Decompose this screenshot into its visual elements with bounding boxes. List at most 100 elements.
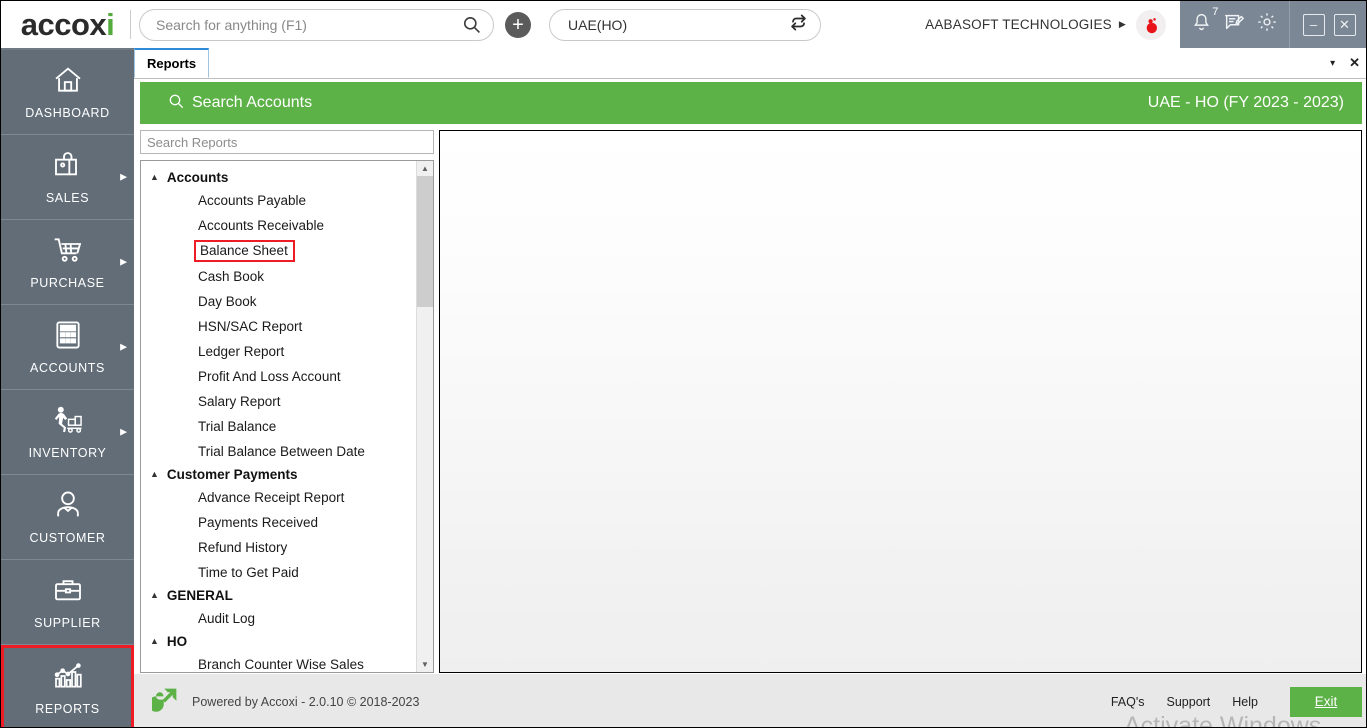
footer-link-faqs[interactable]: FAQ's — [1111, 695, 1145, 709]
footer-link-support[interactable]: Support — [1167, 695, 1211, 709]
warehouse-worker-icon — [49, 404, 87, 441]
reports-search[interactable] — [140, 130, 434, 154]
report-group-customer-payments[interactable]: ▲ Customer Payments — [141, 464, 416, 485]
application-window: accoxi + UAE(HO) AABASOFT TECHNOL — [0, 0, 1367, 728]
sidebar-item-label: INVENTORY — [29, 446, 107, 460]
tab-strip: Reports ▾ ✕ — [134, 48, 1367, 79]
search-icon — [462, 15, 481, 34]
report-item[interactable]: Trial Balance Between Date — [141, 439, 416, 464]
sidebar-item-accounts[interactable]: ACCOUNTS ▶ — [1, 305, 134, 390]
footer-inner: Powered by Accoxi - 2.0.10 © 2018-2023 F… — [140, 679, 1362, 725]
report-item[interactable]: Advance Receipt Report — [141, 485, 416, 510]
topbar-icon-group: 7 — [1180, 1, 1289, 48]
footer: Powered by Accoxi - 2.0.10 © 2018-2023 F… — [134, 673, 1367, 728]
report-item[interactable]: Profit And Loss Account — [141, 364, 416, 389]
minimize-button[interactable]: – — [1303, 14, 1325, 36]
sidebar-item-label: DASHBOARD — [25, 106, 110, 120]
gear-icon[interactable] — [1256, 11, 1278, 38]
fiscal-context-label: UAE - HO (FY 2023 - 2023) — [1148, 94, 1344, 112]
sidebar-item-dashboard[interactable]: DASHBOARD — [1, 50, 134, 135]
company-name-label: AABASOFT TECHNOLOGIES — [925, 17, 1112, 32]
sidebar: DASHBOARD SALES ▶ — [1, 48, 134, 728]
sidebar-item-label: ACCOUNTS — [30, 361, 105, 375]
search-input[interactable] — [156, 17, 462, 33]
reports-panel: ▲ Accounts Accounts Payable Accounts Rec… — [140, 130, 434, 673]
sidebar-item-inventory[interactable]: INVENTORY ▶ — [1, 390, 134, 475]
logo-divider — [130, 10, 131, 39]
add-new-button[interactable]: + — [505, 12, 531, 38]
bar-chart-icon — [50, 660, 86, 697]
footer-link-help[interactable]: Help — [1232, 695, 1258, 709]
report-item[interactable]: Salary Report — [141, 389, 416, 414]
scroll-up-arrow-icon[interactable]: ▲ — [417, 161, 434, 176]
switch-branch-icon[interactable] — [789, 13, 808, 37]
report-item[interactable]: Audit Log — [141, 606, 416, 631]
avatar-drop-icon — [1141, 15, 1161, 35]
scrollbar-thumb[interactable] — [417, 176, 434, 307]
search-icon — [168, 93, 184, 114]
tab-actions: ▾ ✕ — [1330, 55, 1360, 71]
avatar[interactable] — [1136, 10, 1166, 40]
reports-list-container: ▲ Accounts Accounts Payable Accounts Rec… — [140, 160, 434, 673]
report-item[interactable]: Day Book — [141, 289, 416, 314]
report-item[interactable]: Time to Get Paid — [141, 560, 416, 585]
accoxi-arrow-logo — [152, 687, 178, 716]
report-group-ho[interactable]: ▲ HO — [141, 631, 416, 652]
chevron-right-icon: ▶ — [1119, 19, 1126, 30]
sidebar-item-label: REPORTS — [35, 702, 99, 716]
tab-reports[interactable]: Reports — [134, 48, 209, 78]
report-item[interactable]: HSN/SAC Report — [141, 314, 416, 339]
sidebar-item-supplier[interactable]: SUPPLIER — [1, 560, 134, 645]
reports-search-input[interactable] — [147, 135, 427, 150]
powered-by-label: Powered by Accoxi - 2.0.10 © 2018-2023 — [192, 695, 419, 709]
report-group-label: HO — [167, 634, 187, 649]
company-selector[interactable]: AABASOFT TECHNOLOGIES ▶ — [925, 17, 1126, 32]
reports-scrollbar[interactable]: ▲ ▼ — [416, 161, 433, 672]
branch-selector[interactable]: UAE(HO) — [549, 9, 821, 41]
top-bar: accoxi + UAE(HO) AABASOFT TECHNOL — [1, 1, 1367, 48]
reports-list: ▲ Accounts Accounts Payable Accounts Rec… — [141, 161, 416, 672]
exit-button[interactable]: Exit — [1290, 687, 1362, 717]
report-group-general[interactable]: ▲ GENERAL — [141, 585, 416, 606]
report-item-row-balance-sheet: Balance Sheet — [141, 238, 416, 264]
sidebar-item-label: SALES — [46, 191, 89, 205]
report-group-label: Accounts — [167, 170, 229, 185]
report-group-label: Customer Payments — [167, 467, 298, 482]
sidebar-item-reports[interactable]: REPORTS — [1, 645, 134, 728]
chevron-down-icon[interactable]: ▾ — [1330, 58, 1335, 69]
sidebar-item-purchase[interactable]: PURCHASE ▶ — [1, 220, 134, 305]
scrollbar-track[interactable] — [417, 176, 434, 657]
page-title: Search Accounts — [192, 94, 312, 112]
briefcase-icon — [51, 574, 85, 611]
page-header-left: Search Accounts — [168, 93, 312, 114]
message-icon[interactable] — [1223, 11, 1245, 38]
sidebar-item-label: SUPPLIER — [34, 616, 101, 630]
report-item[interactable]: Accounts Payable — [141, 188, 416, 213]
report-item[interactable]: Payments Received — [141, 510, 416, 535]
chevron-up-icon: ▲ — [150, 591, 159, 600]
shopping-cart-icon — [50, 234, 86, 271]
chevron-up-icon: ▲ — [150, 637, 159, 646]
report-item[interactable]: Trial Balance — [141, 414, 416, 439]
powered-by: Powered by Accoxi - 2.0.10 © 2018-2023 — [152, 687, 419, 716]
notification-count: 7 — [1212, 6, 1218, 18]
global-search[interactable] — [139, 9, 494, 41]
exit-button-label: Exit — [1315, 694, 1338, 709]
home-icon — [49, 64, 87, 101]
sidebar-item-customer[interactable]: CUSTOMER — [1, 475, 134, 560]
report-item[interactable]: Accounts Receivable — [141, 213, 416, 238]
report-group-accounts[interactable]: ▲ Accounts — [141, 167, 416, 188]
scroll-down-arrow-icon[interactable]: ▼ — [417, 657, 434, 672]
report-item[interactable]: Cash Book — [141, 264, 416, 289]
calculator-icon — [52, 319, 84, 356]
chevron-up-icon: ▲ — [150, 470, 159, 479]
report-item-balance-sheet[interactable]: Balance Sheet — [194, 240, 295, 262]
report-item[interactable]: Refund History — [141, 535, 416, 560]
sidebar-item-label: CUSTOMER — [29, 531, 105, 545]
close-button[interactable]: ✕ — [1334, 14, 1356, 36]
bell-icon[interactable]: 7 — [1191, 12, 1212, 38]
report-item[interactable]: Branch Counter Wise Sales — [141, 652, 416, 672]
report-item[interactable]: Ledger Report — [141, 339, 416, 364]
close-tab-icon[interactable]: ✕ — [1349, 55, 1360, 71]
sidebar-item-sales[interactable]: SALES ▶ — [1, 135, 134, 220]
